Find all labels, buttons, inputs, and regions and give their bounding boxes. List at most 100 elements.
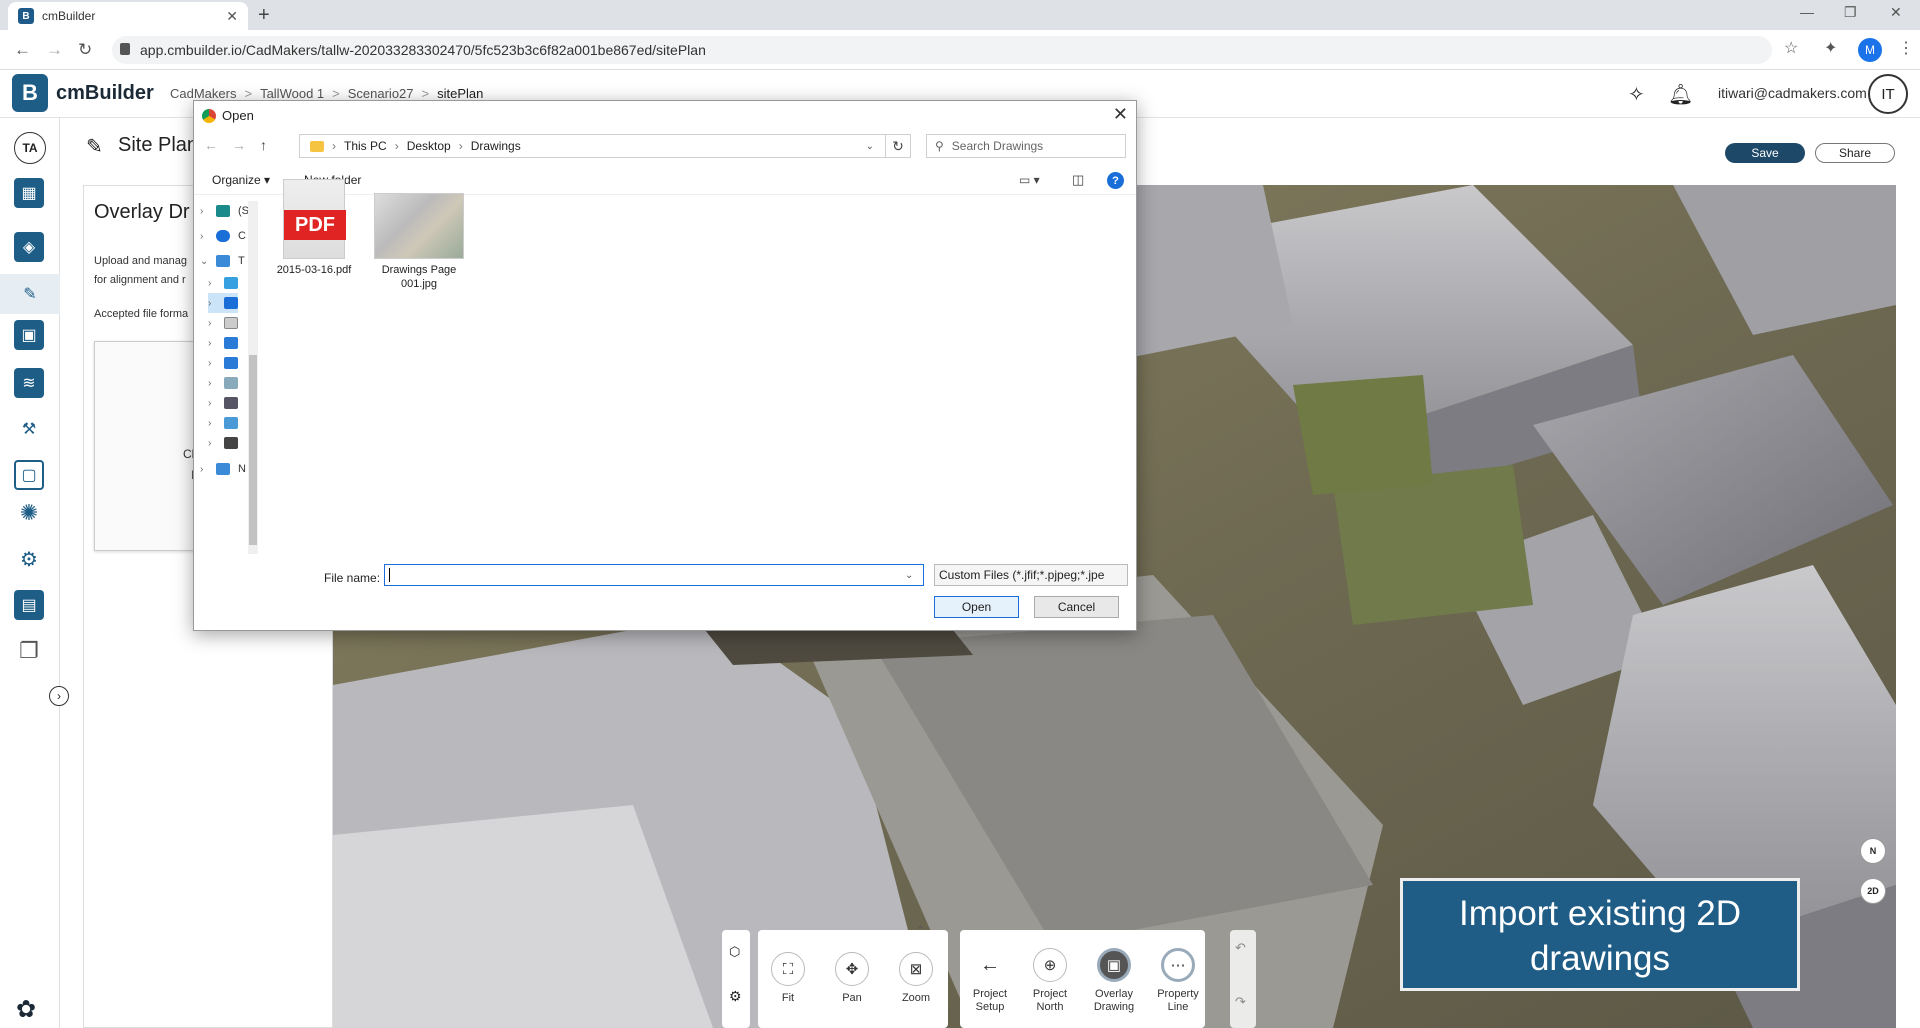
- user-avatar[interactable]: IT: [1868, 74, 1908, 114]
- forward-icon[interactable]: →: [46, 40, 63, 60]
- browser-menu-icon[interactable]: ⋮: [1898, 38, 1914, 58]
- nav-item[interactable]: ›: [208, 413, 238, 433]
- copy-icon[interactable]: ❐: [14, 636, 44, 666]
- pan-tool[interactable]: ✥ Pan: [822, 952, 882, 1005]
- help-icon[interactable]: ?: [1107, 172, 1124, 189]
- downloads-icon: [224, 337, 238, 349]
- file-item-jpg[interactable]: Drawings Page 001.jpg: [369, 179, 469, 291]
- minimize-icon[interactable]: —: [1800, 4, 1814, 20]
- open-file-dialog: Open ✕ ← → ↑ › This PC › Desktop › Drawi…: [193, 100, 1137, 631]
- lock-icon: [120, 43, 130, 55]
- star-icon[interactable]: ☆: [1784, 38, 1798, 58]
- address-bar-row: ← → ↻ app.cmbuilder.io/CadMakers/tallw-2…: [0, 30, 1920, 70]
- browser-tab[interactable]: B cmBuilder ✕: [8, 2, 248, 30]
- open-button[interactable]: Open: [934, 596, 1019, 618]
- save-button[interactable]: Save: [1725, 143, 1805, 163]
- path-segment[interactable]: This PC: [344, 139, 387, 153]
- overlay-drawing-tool[interactable]: ▣ Overlay Drawing: [1084, 948, 1144, 1014]
- file-name-label: File name:: [324, 571, 381, 585]
- nav-item[interactable]: ›: [208, 313, 238, 333]
- breadcrumb-item[interactable]: TallWood 1: [260, 86, 324, 101]
- nav-item[interactable]: ›: [208, 353, 238, 373]
- gears-icon[interactable]: ⚙: [14, 544, 44, 574]
- team-avatar[interactable]: TA: [14, 132, 46, 164]
- close-window-icon[interactable]: ✕: [1890, 4, 1902, 21]
- sun-icon[interactable]: ✺: [14, 498, 44, 528]
- reload-icon[interactable]: ↻: [78, 40, 92, 60]
- forward-icon[interactable]: →: [232, 137, 246, 153]
- view-mode-toggle[interactable]: 2D: [1860, 878, 1886, 904]
- fit-tool[interactable]: ⛶ Fit: [758, 952, 818, 1005]
- file-item-pdf[interactable]: PDF 2015-03-16.pdf: [274, 179, 354, 277]
- expand-sidebar-icon[interactable]: ›: [49, 686, 69, 706]
- zoom-tool[interactable]: ⊠ Zoom: [886, 952, 946, 1005]
- profile-avatar[interactable]: M: [1858, 38, 1882, 62]
- nav-item[interactable]: ›: [208, 333, 238, 353]
- search-input[interactable]: ⚲ Search Drawings: [926, 134, 1126, 158]
- dialog-nav-buttons: ← → ↑: [204, 137, 267, 153]
- text-cursor: [389, 568, 390, 582]
- path-bar[interactable]: › This PC › Desktop › Drawings ⌄: [299, 134, 911, 158]
- monitor-icon[interactable]: ▣: [14, 320, 44, 350]
- breadcrumb: CadMakers > TallWood 1 > Scenario27 > siteP…: [170, 86, 483, 101]
- refresh-icon[interactable]: ↻: [885, 134, 911, 158]
- apps-icon[interactable]: ✿: [16, 995, 36, 1024]
- nav-item[interactable]: › C: [200, 226, 246, 246]
- chevron-down-icon[interactable]: ⌄: [866, 141, 874, 152]
- tools-icon[interactable]: ⚒: [14, 414, 44, 444]
- zoom-icon: ⊠: [899, 952, 933, 986]
- layout-icon[interactable]: ▦: [14, 178, 44, 208]
- preview-pane-icon[interactable]: ◫: [1072, 172, 1084, 188]
- nav-item[interactable]: › (S: [200, 201, 249, 221]
- overlay-icon: ▣: [1097, 948, 1131, 982]
- nav-item[interactable]: ›: [208, 273, 238, 293]
- compass-icon: ⊕: [1033, 948, 1067, 982]
- property-line-tool[interactable]: ⋯ Property Line: [1148, 948, 1208, 1014]
- path-segment[interactable]: Desktop: [407, 139, 451, 153]
- close-tab-icon[interactable]: ✕: [226, 8, 238, 25]
- nav-scrollbar-thumb[interactable]: [249, 355, 257, 545]
- north-icon[interactable]: N: [1860, 838, 1886, 864]
- project-setup-tool[interactable]: ← Project Setup: [960, 948, 1020, 1014]
- breadcrumb-item[interactable]: Scenario27: [348, 86, 414, 101]
- nav-item[interactable]: ⌄ T: [200, 251, 245, 271]
- chevron-down-icon[interactable]: ⌄: [905, 570, 923, 581]
- cancel-button[interactable]: Cancel: [1034, 596, 1119, 618]
- collapse-icon[interactable]: ⌃: [916, 924, 925, 937]
- extensions-icon[interactable]: ✦: [1824, 38, 1837, 58]
- chart-icon[interactable]: ◈: [14, 232, 44, 262]
- bell-icon[interactable]: 🔔︎: [1668, 82, 1693, 107]
- nav-item[interactable]: › N: [200, 459, 246, 479]
- file-type-select[interactable]: Custom Files (*.jfif;*.pjpeg;*.jpe: [934, 564, 1128, 586]
- up-icon[interactable]: ↑: [260, 137, 267, 153]
- chevron-right-icon: ›: [208, 277, 212, 289]
- chevron-right-icon: ›: [208, 297, 212, 309]
- nav-item[interactable]: ›: [208, 373, 238, 393]
- close-icon[interactable]: ✕: [1113, 104, 1128, 125]
- settings-icon[interactable]: ⚙: [729, 988, 742, 1005]
- redo-icon[interactable]: ↷: [1235, 994, 1246, 1010]
- layers-icon[interactable]: ≋: [14, 368, 44, 398]
- restore-icon[interactable]: ❐: [1844, 4, 1857, 21]
- path-segment[interactable]: Drawings: [471, 139, 521, 153]
- breadcrumb-item[interactable]: sitePlan: [437, 86, 483, 101]
- new-tab-icon[interactable]: +: [258, 4, 270, 27]
- view-options-icon[interactable]: ▭ ▾: [1019, 173, 1040, 187]
- share-button[interactable]: Share: [1815, 143, 1895, 163]
- back-icon[interactable]: ←: [204, 137, 218, 153]
- nav-item[interactable]: ›: [208, 433, 238, 453]
- report-icon[interactable]: ▤: [14, 590, 44, 620]
- url-field[interactable]: app.cmbuilder.io/CadMakers/tallw-2020332…: [112, 36, 1772, 64]
- organize-menu[interactable]: Organize ▾: [212, 173, 270, 187]
- sparkle-icon[interactable]: ✧: [1628, 82, 1645, 107]
- file-name-input[interactable]: ⌄: [384, 564, 924, 586]
- project-north-tool[interactable]: ⊕ Project North: [1020, 948, 1080, 1014]
- cube-icon[interactable]: ⬡: [729, 944, 740, 960]
- nav-item[interactable]: ›: [208, 393, 238, 413]
- nav-item[interactable]: ›: [208, 293, 238, 313]
- breadcrumb-item[interactable]: CadMakers: [170, 86, 236, 101]
- back-icon[interactable]: ←: [14, 40, 31, 60]
- pen-icon[interactable]: ✎: [0, 274, 60, 314]
- undo-icon[interactable]: ↶: [1235, 940, 1246, 956]
- frame-icon[interactable]: ▢: [14, 460, 44, 490]
